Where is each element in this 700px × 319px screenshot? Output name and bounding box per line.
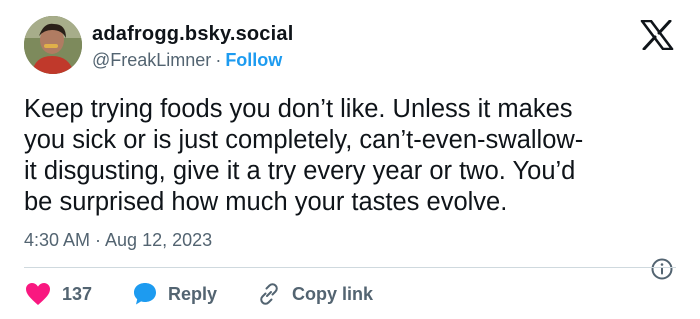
info-icon[interactable] — [650, 257, 674, 281]
post-card: adafrogg.bsky.social @FreakLimner · Follow… — [0, 0, 700, 319]
post-text-line: be surprised how much your tastes evolve… — [24, 188, 508, 216]
reply-button[interactable]: Reply — [132, 280, 217, 308]
action-bar: 137 Reply Copy link — [24, 280, 676, 308]
speech-bubble-icon — [134, 283, 156, 305]
avatar[interactable] — [24, 16, 82, 74]
handle-row: @FreakLimner · Follow — [92, 49, 293, 71]
avatar-image — [24, 16, 82, 74]
heart-icon — [26, 283, 50, 305]
copy-link-label: Copy link — [292, 284, 374, 304]
x-logo-icon[interactable] — [640, 19, 674, 51]
reply-label: Reply — [168, 284, 218, 304]
likes-count: 137 — [62, 284, 93, 304]
separator-dot: · — [215, 50, 222, 70]
follow-link[interactable]: Follow — [225, 50, 282, 70]
display-name[interactable]: adafrogg.bsky.social — [92, 22, 293, 46]
copy-link-button[interactable]: Copy link — [256, 280, 373, 308]
post-text-line: it disgusting, give it a try every year … — [24, 157, 576, 185]
link-icon — [260, 283, 278, 305]
post-text-line: you sick or is just completely, can’t-ev… — [24, 126, 584, 154]
handle[interactable]: @FreakLimner — [92, 50, 211, 70]
post-text-line: Keep trying foods you don’t like. Unless… — [24, 95, 573, 123]
post-timestamp[interactable]: 4:30 AM · Aug 12, 2023 — [24, 229, 212, 251]
post-text: Keep trying foods you don’t like. Unless… — [24, 94, 674, 218]
divider — [24, 267, 676, 268]
author-block: adafrogg.bsky.social @FreakLimner · Follow — [92, 22, 293, 71]
like-button[interactable]: 137 — [24, 280, 92, 308]
